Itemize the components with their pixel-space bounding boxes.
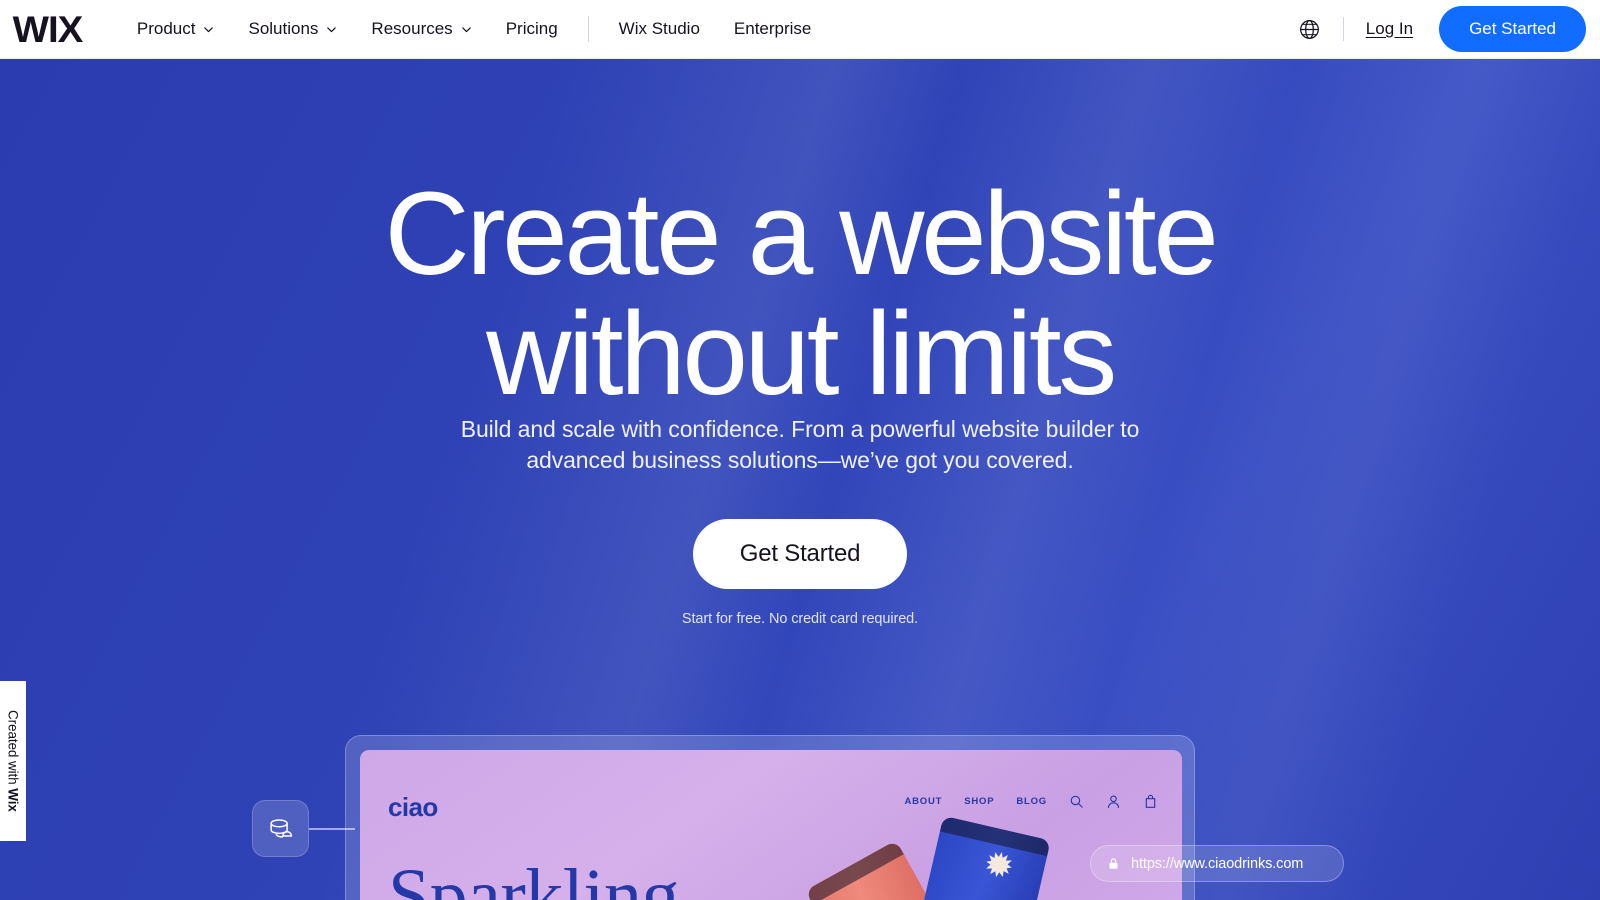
nav-item-wix-studio[interactable]: Wix Studio [619, 19, 700, 39]
login-link[interactable]: Log In [1366, 19, 1413, 39]
nav-item-label: Resources [371, 19, 453, 38]
nav-item-resources[interactable]: Resources [371, 19, 471, 39]
url-text: https://www.ciaodrinks.com [1131, 855, 1304, 872]
nav-divider [587, 16, 589, 42]
chevron-down-icon [461, 26, 471, 32]
nav-item-solutions[interactable]: Solutions [248, 19, 337, 39]
chevron-down-icon [327, 26, 337, 32]
ciao-logo[interactable]: ciao [388, 792, 438, 823]
ciao-navigation: ABOUT SHOP BLOG [904, 794, 1158, 809]
chevron-down-icon [204, 26, 214, 32]
ciao-nav-about[interactable]: ABOUT [904, 796, 942, 807]
bag-icon[interactable] [1143, 794, 1158, 809]
page-title: Create a website without limits [0, 174, 1600, 415]
header-divider [1342, 17, 1344, 41]
ciao-nav-blog[interactable]: BLOG [1016, 796, 1047, 807]
nav-item-pricing[interactable]: Pricing [506, 19, 558, 39]
can-lid [805, 840, 904, 900]
nav-item-label: Pricing [505, 19, 558, 38]
headline-line-2: without limits [486, 288, 1117, 421]
header-actions: Log In Get Started [1298, 6, 1600, 52]
created-with-wix-prefix: Created with [5, 710, 21, 789]
database-icon [269, 818, 292, 838]
headline-line-1: Create a website [384, 168, 1218, 300]
url-pill[interactable]: https://www.ciaodrinks.com [1090, 845, 1344, 882]
hero-subheadline-text: Build and scale with confidence. From a … [460, 416, 1140, 474]
main-navigation: Product Solutions Resources Pricing Wix … [137, 16, 811, 42]
nav-item-label: Wix Studio [618, 19, 700, 38]
nav-item-label: Enterprise [733, 19, 812, 38]
database-badge[interactable] [252, 800, 309, 857]
nav-item-enterprise[interactable]: Enterprise [734, 19, 811, 39]
site-header: WIX Product Solutions Resources Pricing … [0, 0, 1600, 59]
ciao-nav-shop[interactable]: SHOP [964, 796, 994, 807]
nav-item-label: Solutions [248, 19, 319, 38]
site-preview-frame: ciao ABOUT SHOP BLOG Sparkling [345, 735, 1195, 900]
hero-section: Create a website without limits Build an… [0, 59, 1600, 900]
search-icon[interactable] [1069, 794, 1084, 809]
globe-icon[interactable] [1298, 18, 1321, 41]
user-icon[interactable] [1106, 794, 1121, 809]
lock-icon [1109, 858, 1118, 869]
nav-item-product[interactable]: Product [137, 19, 215, 39]
wix-logo[interactable]: WIX [13, 11, 84, 48]
ciao-headline: Sparkling [388, 854, 680, 900]
site-preview-canvas: ciao ABOUT SHOP BLOG Sparkling [360, 750, 1182, 900]
nav-item-label: Product [136, 19, 196, 38]
hero-cta-group: Get Started Start for free. No credit ca… [0, 519, 1600, 627]
hero-subheadline: Build and scale with confidence. From a … [0, 414, 1600, 477]
get-started-button-hero[interactable]: Get Started [692, 519, 908, 589]
created-with-wix-brand: Wix [5, 788, 21, 812]
created-with-wix-badge[interactable]: Created with Wix [0, 681, 26, 841]
hero-microcopy: Start for free. No credit card required. [681, 611, 919, 627]
starburst-icon [986, 851, 1012, 878]
can-blue [905, 815, 1051, 900]
get-started-button-header[interactable]: Get Started [1439, 6, 1586, 52]
